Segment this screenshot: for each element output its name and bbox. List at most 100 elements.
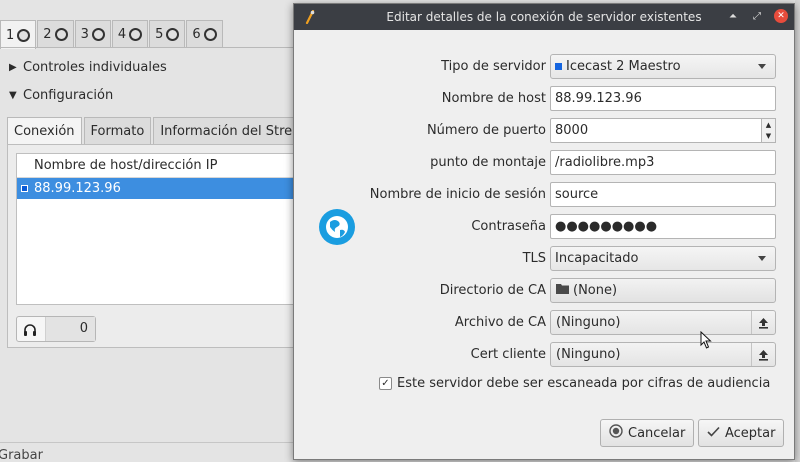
server-type-icon [555,63,562,70]
tls-row: TLS Incapacitado [294,246,796,272]
port-row: Número de puerto 8000 ▲ ▼ [294,118,796,144]
tab-label: 2 [43,26,52,42]
tab-channel-4[interactable]: 4 [111,20,149,47]
folder-icon [556,283,569,298]
record-section-label: Grabar [0,448,43,462]
login-label: Nombre de inicio de sesión [369,187,546,202]
tls-label: TLS [522,251,546,266]
host-cell: 88.99.123.96 [34,181,121,196]
edit-connection-dialog: Editar detalles de la conexión de servid… [293,3,795,460]
tls-select[interactable]: Incapacitado [550,246,776,271]
password-row: Contraseña ●●●●●●●●● [294,214,796,240]
tls-value: Incapacitado [555,251,639,266]
password-input[interactable]: ●●●●●●●●● [550,214,776,239]
ca-dir-row: Directorio de CA (None) [294,278,796,304]
port-stepper[interactable]: 8000 ▲ ▼ [550,118,776,143]
expand-right-icon: ▶ [9,62,17,73]
server-type-row: Tipo de servidor Icecast 2 Maestro [294,54,796,80]
close-icon[interactable]: ✕ [774,9,788,23]
cancel-icon [609,424,623,442]
scan-audience-checkbox[interactable]: ✓ [379,377,392,390]
client-cert-chooser[interactable]: (Ninguno) [550,342,776,367]
status-led-icon [166,27,180,41]
tab-channel-2[interactable]: 2 [37,20,74,47]
tab-format[interactable]: Formato [83,117,152,144]
expander-label: Configuración [23,88,114,103]
login-row: Nombre de inicio de sesión source [294,182,796,208]
cancel-label: Cancelar [628,425,686,441]
host-input[interactable]: 88.99.123.96 [550,86,776,111]
expander-individual-controls[interactable]: ▶ Controles individuales [9,60,167,75]
restore-icon[interactable]: ⤢ [750,9,764,23]
cancel-button[interactable]: Cancelar [600,419,695,447]
increment-icon[interactable]: ▲ [762,119,775,131]
upload-icon[interactable] [751,311,775,334]
mouse-pointer-icon [700,330,712,353]
login-input[interactable]: source [550,182,776,207]
port-label: Número de puerto [426,123,546,138]
divider [0,442,300,443]
dialog-title: Editar detalles de la conexión de servid… [386,10,702,24]
chevron-down-icon [758,64,766,69]
tab-channel-5[interactable]: 5 [149,20,186,47]
tab-label: 3 [80,26,89,42]
expand-down-icon: ▼ [9,90,17,101]
tab-channel-3[interactable]: 3 [74,20,111,47]
tab-label: 6 [192,26,201,42]
host-list-header[interactable]: Nombre de host/dirección IP [17,154,297,178]
listeners-value: 0 [45,317,95,341]
upload-icon[interactable] [751,343,775,366]
ca-file-label: Archivo de CA [454,315,546,330]
ca-dir-button[interactable]: (None) [550,278,776,303]
host-row: Nombre de host 88.99.123.96 [294,86,796,112]
mount-row: punto de montaje /radiolibre.mp3 [294,150,796,176]
chevron-down-icon [758,256,766,261]
config-tabs: Conexión Formato Información del Stream [7,117,322,144]
server-type-value: Icecast 2 Maestro [566,59,681,74]
app-icon [304,9,316,28]
scan-audience-option[interactable]: ✓ Este servidor debe ser escaneada por c… [379,376,770,391]
keep-above-icon[interactable]: ⏶ [726,9,740,23]
server-type-select[interactable]: Icecast 2 Maestro [550,54,776,79]
channel-tabs: 1 2 3 4 5 6 [0,20,224,49]
expander-configuration[interactable]: ▼ Configuración [9,88,113,103]
headphones-icon [17,323,43,336]
mount-input[interactable]: /radiolibre.mp3 [550,150,776,175]
accept-button[interactable]: Aceptar [698,419,785,447]
tab-label: 4 [117,26,127,42]
ca-dir-value: (None) [573,283,618,298]
connection-panel: Nombre de host/dirección IP 88.99.123.96… [7,144,298,348]
status-led-icon [17,28,31,42]
row-marker-icon [21,185,28,192]
port-input[interactable]: 8000 [550,118,762,143]
table-row[interactable]: 88.99.123.96 [17,178,297,199]
host-list[interactable]: Nombre de host/dirección IP 88.99.123.96 [16,153,298,305]
expander-label: Controles individuales [23,60,167,75]
client-cert-label: Cert cliente [470,347,546,362]
status-led-icon [91,27,105,41]
tab-connection[interactable]: Conexión [7,117,82,144]
mount-label: punto de montaje [430,155,546,170]
ca-dir-label: Directorio de CA [439,283,546,298]
checkmark-icon [707,426,720,441]
tab-channel-6[interactable]: 6 [186,20,223,47]
ca-file-row: Archivo de CA (Ninguno) [294,310,796,336]
server-type-label: Tipo de servidor [441,59,546,74]
ca-file-chooser[interactable]: (Ninguno) [550,310,776,335]
client-cert-row: Cert cliente (Ninguno) [294,342,796,368]
status-led-icon [129,27,143,41]
accept-label: Aceptar [725,425,776,441]
dialog-titlebar[interactable]: Editar detalles de la conexión de servid… [294,4,794,30]
host-label: Nombre de host [441,91,546,106]
tab-label: 5 [155,26,164,42]
decrement-icon[interactable]: ▼ [762,131,775,143]
ca-file-value: (Ninguno) [556,315,621,330]
tab-label: 1 [6,27,15,43]
password-label: Contraseña [471,219,546,234]
client-cert-value: (Ninguno) [556,347,621,362]
tab-channel-1[interactable]: 1 [0,20,37,49]
status-led-icon [54,27,68,41]
status-led-icon [203,27,217,41]
listeners-counter[interactable]: 0 [16,316,96,342]
scan-audience-label: Este servidor debe ser escaneada por cif… [397,376,771,391]
